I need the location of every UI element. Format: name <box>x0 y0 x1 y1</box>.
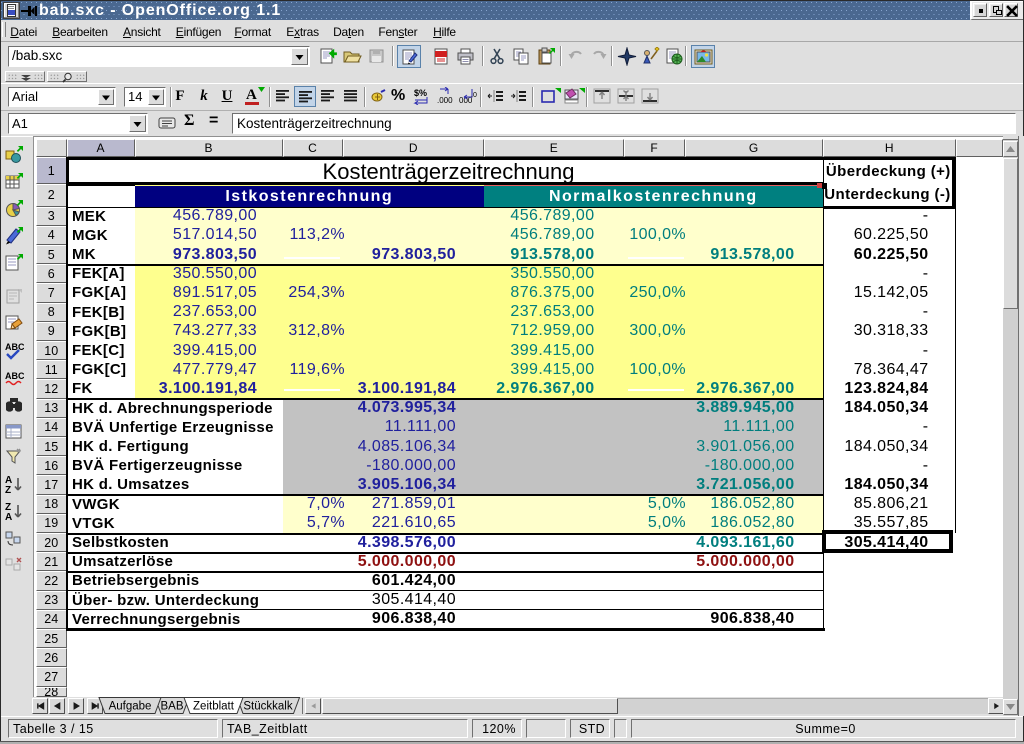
svg-text:Z: Z <box>5 485 11 494</box>
svg-text:ABC: ABC <box>5 371 24 381</box>
svg-text:BAB: BAB <box>160 701 183 713</box>
svg-text:$%: $% <box>414 88 427 98</box>
svg-text:Zeitblatt: Zeitblatt <box>193 701 235 713</box>
svg-text:Stückkalk: Stückkalk <box>243 701 292 713</box>
svg-text:.0: .0 <box>471 92 477 99</box>
svg-text:Aufgabe: Aufgabe <box>109 701 152 713</box>
svg-text:ABC: ABC <box>5 342 24 352</box>
svg-text:.000: .000 <box>437 96 453 105</box>
svg-text:A: A <box>5 512 12 521</box>
